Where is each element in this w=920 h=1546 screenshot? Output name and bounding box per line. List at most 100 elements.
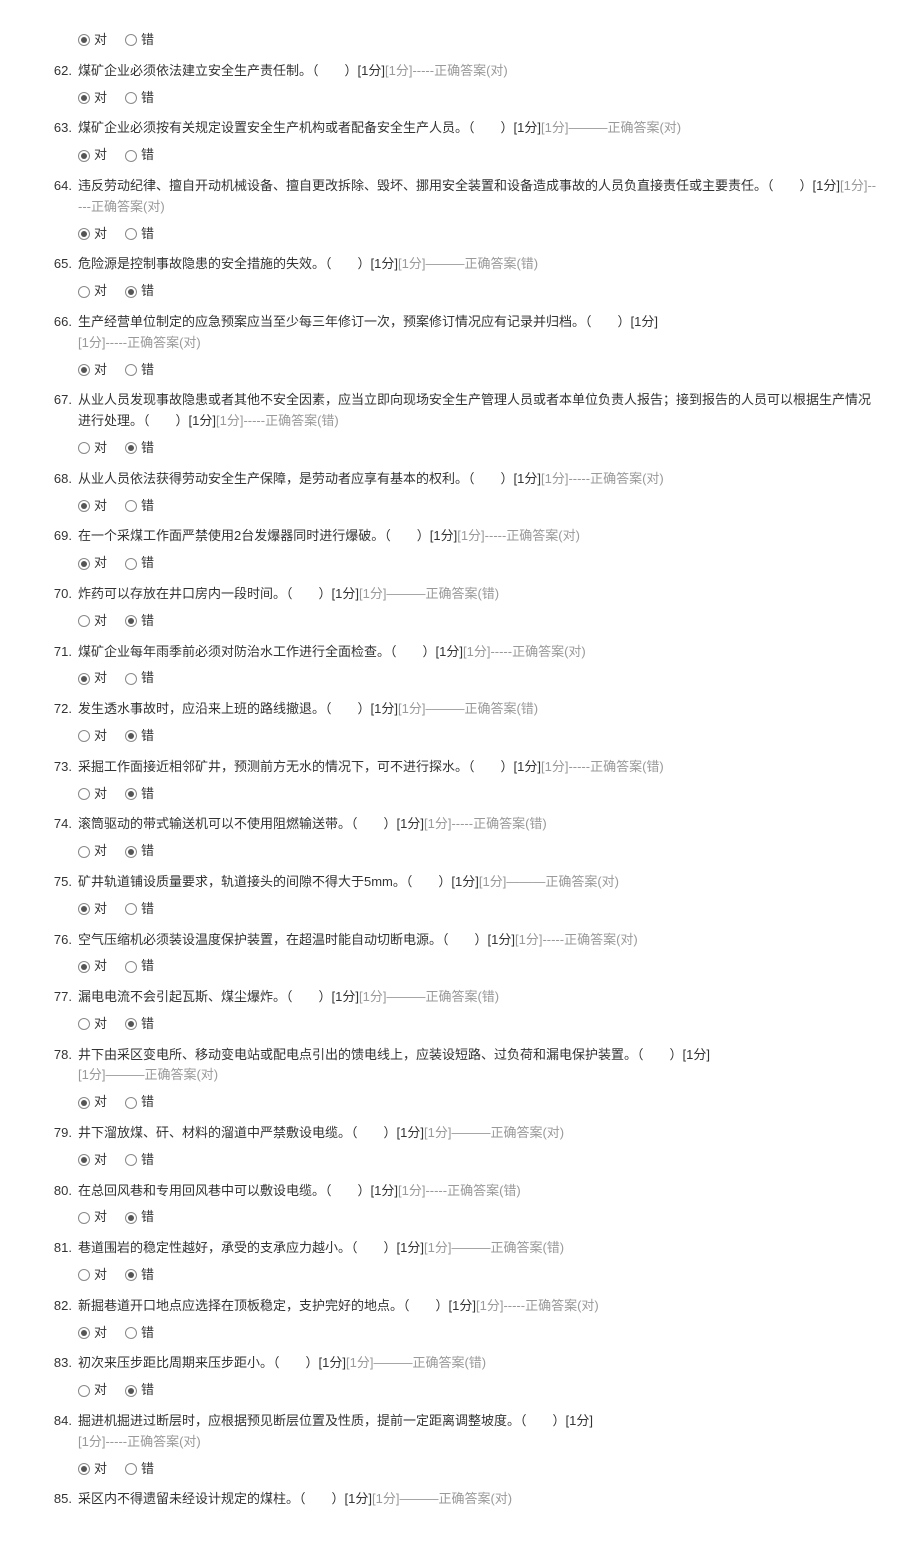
radio-wrong[interactable]: 错 — [125, 1265, 154, 1286]
radio-correct[interactable]: 对 — [78, 1459, 107, 1480]
choice-row: 对错 — [78, 1014, 880, 1035]
radio-correct[interactable]: 对 — [78, 30, 107, 51]
radio-label: 对 — [94, 1265, 107, 1286]
radio-correct[interactable]: 对 — [78, 438, 107, 459]
radio-wrong[interactable]: 错 — [125, 360, 154, 381]
radio-correct[interactable]: 对 — [78, 224, 107, 245]
question-row: 70.炸药可以存放在井口房内一段时间。（ ）[1分][1分]———正确答案(错) — [40, 584, 880, 605]
radio-wrong[interactable]: 错 — [125, 1380, 154, 1401]
question-text: 新掘巷道开口地点应选择在顶板稳定，支护完好的地点。（ ） — [78, 1298, 449, 1313]
radio-correct[interactable]: 对 — [78, 1265, 107, 1286]
question-row: 74.滚筒驱动的带式输送机可以不使用阻燃输送带。（ ）[1分][1分]-----… — [40, 814, 880, 835]
question-body: 炸药可以存放在井口房内一段时间。（ ）[1分][1分]———正确答案(错) — [78, 584, 880, 605]
radio-correct[interactable]: 对 — [78, 1323, 107, 1344]
radio-wrong[interactable]: 错 — [125, 1092, 154, 1113]
radio-label: 错 — [141, 88, 154, 109]
radio-correct[interactable]: 对 — [78, 1150, 107, 1171]
radio-correct[interactable]: 对 — [78, 1207, 107, 1228]
question-number: 71. — [40, 642, 78, 663]
radio-label: 错 — [141, 611, 154, 632]
question-body: 生产经营单位制定的应急预案应当至少每三年修订一次，预案修订情况应有记录并归档。（… — [78, 312, 880, 354]
choice-row: 对错 — [78, 1380, 880, 1401]
question-body: 矿井轨道铺设质量要求，轨道接头的间隙不得大于5mm。（ ）[1分][1分]———… — [78, 872, 880, 893]
question-score: [1分] — [430, 528, 457, 543]
question-text: 在总回风巷和专用回风巷中可以敷设电缆。（ ） — [78, 1183, 371, 1198]
question-score: [1分] — [371, 256, 398, 271]
radio-correct[interactable]: 对 — [78, 668, 107, 689]
radio-wrong[interactable]: 错 — [125, 1459, 154, 1480]
radio-wrong[interactable]: 错 — [125, 899, 154, 920]
radio-label: 对 — [94, 1014, 107, 1035]
radio-icon — [125, 1018, 137, 1030]
radio-correct[interactable]: 对 — [78, 145, 107, 166]
radio-wrong[interactable]: 错 — [125, 224, 154, 245]
radio-icon — [125, 1097, 137, 1109]
question-body: 初次来压步距比周期来压步距小。（ ）[1分][1分]———正确答案(错) — [78, 1353, 880, 1374]
radio-label: 错 — [141, 1150, 154, 1171]
choice-row: 对错 — [78, 360, 880, 381]
radio-wrong[interactable]: 错 — [125, 30, 154, 51]
radio-label: 错 — [141, 899, 154, 920]
radio-label: 错 — [141, 360, 154, 381]
radio-wrong[interactable]: 错 — [125, 281, 154, 302]
radio-icon — [125, 1327, 137, 1339]
radio-correct[interactable]: 对 — [78, 1380, 107, 1401]
radio-wrong[interactable]: 错 — [125, 1323, 154, 1344]
choice-row: 对错 — [78, 438, 880, 459]
radio-wrong[interactable]: 错 — [125, 553, 154, 574]
radio-wrong[interactable]: 错 — [125, 1014, 154, 1035]
radio-correct[interactable]: 对 — [78, 1014, 107, 1035]
question-text: 煤矿企业必须按有关规定设置安全生产机构或者配备安全生产人员。（ ） — [78, 120, 514, 135]
radio-wrong[interactable]: 错 — [125, 1207, 154, 1228]
question-answer: [1分]-----正确答案(对) — [476, 1298, 599, 1313]
radio-label: 错 — [141, 1459, 154, 1480]
question-body: 煤矿企业必须按有关规定设置安全生产机构或者配备安全生产人员。（ ）[1分][1分… — [78, 118, 880, 139]
radio-icon — [78, 730, 90, 742]
radio-label: 对 — [94, 1323, 107, 1344]
radio-correct[interactable]: 对 — [78, 784, 107, 805]
radio-correct[interactable]: 对 — [78, 496, 107, 517]
radio-wrong[interactable]: 错 — [125, 668, 154, 689]
question-text: 巷道围岩的稳定性越好，承受的支承应力越小。（ ） — [78, 1240, 397, 1255]
question-number: 79. — [40, 1123, 78, 1144]
radio-icon — [78, 1097, 90, 1109]
radio-label: 对 — [94, 496, 107, 517]
radio-wrong[interactable]: 错 — [125, 145, 154, 166]
radio-wrong[interactable]: 错 — [125, 1150, 154, 1171]
question-text: 矿井轨道铺设质量要求，轨道接头的间隙不得大于5mm。（ ） — [78, 874, 451, 889]
radio-icon — [78, 92, 90, 104]
radio-wrong[interactable]: 错 — [125, 726, 154, 747]
radio-wrong[interactable]: 错 — [125, 611, 154, 632]
question-answer: [1分]-----正确答案(对) — [515, 932, 638, 947]
radio-wrong[interactable]: 错 — [125, 841, 154, 862]
question-score: [1分] — [397, 1240, 424, 1255]
question-answer: [1分]-----正确答案(对) — [541, 471, 664, 486]
radio-wrong[interactable]: 错 — [125, 956, 154, 977]
radio-label: 对 — [94, 30, 107, 51]
radio-correct[interactable]: 对 — [78, 1092, 107, 1113]
choice-row: 对错 — [78, 1092, 880, 1113]
question-score: [1分] — [514, 759, 541, 774]
radio-correct[interactable]: 对 — [78, 360, 107, 381]
radio-wrong[interactable]: 错 — [125, 496, 154, 517]
radio-wrong[interactable]: 错 — [125, 784, 154, 805]
radio-icon — [78, 1018, 90, 1030]
radio-correct[interactable]: 对 — [78, 956, 107, 977]
radio-wrong[interactable]: 错 — [125, 88, 154, 109]
radio-correct[interactable]: 对 — [78, 88, 107, 109]
radio-correct[interactable]: 对 — [78, 281, 107, 302]
radio-label: 错 — [141, 438, 154, 459]
question-row: 71.煤矿企业每年雨季前必须对防治水工作进行全面检查。（ ）[1分][1分]--… — [40, 642, 880, 663]
radio-correct[interactable]: 对 — [78, 841, 107, 862]
radio-correct[interactable]: 对 — [78, 899, 107, 920]
radio-correct[interactable]: 对 — [78, 726, 107, 747]
radio-label: 对 — [94, 1092, 107, 1113]
question-body: 滚筒驱动的带式输送机可以不使用阻燃输送带。（ ）[1分][1分]-----正确答… — [78, 814, 880, 835]
radio-label: 对 — [94, 281, 107, 302]
radio-label: 错 — [141, 841, 154, 862]
radio-wrong[interactable]: 错 — [125, 438, 154, 459]
radio-correct[interactable]: 对 — [78, 611, 107, 632]
choice-row: 对错 — [78, 30, 880, 51]
question-row: 79.井下溜放煤、矸、材料的溜道中严禁敷设电缆。（ ）[1分][1分]———正确… — [40, 1123, 880, 1144]
radio-correct[interactable]: 对 — [78, 553, 107, 574]
